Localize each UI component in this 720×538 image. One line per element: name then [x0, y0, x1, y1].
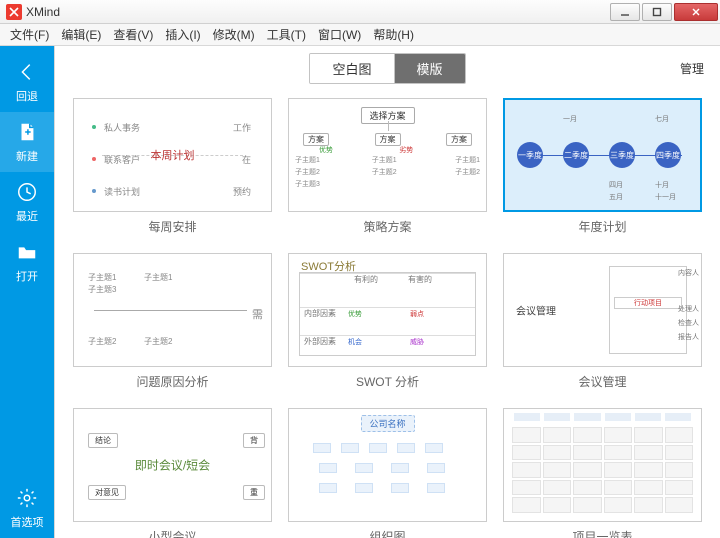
template-card-yearly[interactable]: 一季度 二季度 三季度 四季度 一月 七月 四月 十月 五月 十一月 年度计划	[503, 98, 702, 235]
template-thumb: 需 子主题1 子主题1 子主题2 子主题2 子主题3	[73, 253, 272, 367]
sidebar-item-label: 回退	[16, 88, 38, 104]
menu-view[interactable]: 查看(V)	[107, 24, 159, 45]
template-thumb: SWOT分析 有利的有害的 内部因素 外部因素 优势 弱点 机会 威胁	[288, 253, 487, 367]
template-card-fishbone[interactable]: 需 子主题1 子主题1 子主题2 子主题2 子主题3 问题原因分析	[73, 253, 272, 390]
template-card-small-meeting[interactable]: 即时会议/短会 结论 对意见 背 重 小型会议	[73, 408, 272, 538]
window-maximize-button[interactable]	[642, 3, 672, 21]
template-card-weekly[interactable]: 本周计划 私人事务 联系客户 读书计划 工作 在 预约 每周安排	[73, 98, 272, 235]
window-minimize-button[interactable]	[610, 3, 640, 21]
menu-tools[interactable]: 工具(T)	[261, 24, 312, 45]
template-card-org[interactable]: 公司名称 组织图	[288, 408, 487, 538]
app-icon	[6, 4, 22, 20]
sidebar-item-label: 新建	[16, 148, 38, 164]
thumb-root-label: 选择方案	[360, 107, 414, 124]
menu-help[interactable]: 帮助(H)	[367, 24, 420, 45]
thumb-root-label: 会议管理	[516, 303, 556, 318]
template-card-strategy[interactable]: 选择方案 方案 方案 方案 子主题1 子主题2 子主题3 子主题1 子主题2 子…	[288, 98, 487, 235]
window-close-button[interactable]	[674, 3, 718, 21]
menu-modify[interactable]: 修改(M)	[207, 24, 261, 45]
recent-icon	[15, 180, 39, 204]
sidebar-item-label: 打开	[16, 268, 38, 284]
sidebar-item-open[interactable]: 打开	[0, 232, 54, 292]
template-thumb: 会议管理 行动项目 内容人 处理人 检查人 报告人	[503, 253, 702, 367]
sidebar-item-prefs[interactable]: 首选项	[0, 478, 54, 538]
sidebar-item-recent[interactable]: 最近	[0, 172, 54, 232]
template-title: 年度计划	[503, 218, 702, 235]
content-area: 空白图 模版 管理 本周计划 私人事务 联系客户 读书计划 工作 在 预约	[54, 46, 720, 538]
thumb-root-label: 公司名称	[360, 415, 414, 432]
sidebar-item-back[interactable]: 回退	[0, 52, 54, 112]
tab-row: 空白图 模版 管理	[55, 46, 720, 90]
template-title: 问题原因分析	[73, 373, 272, 390]
template-thumb: 即时会议/短会 结论 对意见 背 重	[73, 408, 272, 522]
template-title: SWOT 分析	[288, 373, 487, 390]
template-thumb: 公司名称	[288, 408, 487, 522]
template-title: 小型会议	[73, 528, 272, 538]
sidebar: 回退 新建 最近 打开 首选项	[0, 46, 54, 538]
menu-bar: 文件(F) 编辑(E) 查看(V) 插入(I) 修改(M) 工具(T) 窗口(W…	[0, 24, 720, 46]
window-title: XMind	[26, 5, 608, 19]
window-title-bar: XMind	[0, 0, 720, 24]
template-thumb: 一季度 二季度 三季度 四季度 一月 七月 四月 十月 五月 十一月	[503, 98, 702, 212]
template-thumb: 本周计划 私人事务 联系客户 读书计划 工作 在 预约	[73, 98, 272, 212]
open-icon	[15, 240, 39, 264]
sidebar-item-label: 最近	[16, 208, 38, 224]
segmented-control: 空白图 模版	[309, 53, 465, 84]
template-card-overview[interactable]: 项目一览表	[503, 408, 702, 538]
menu-insert[interactable]: 插入(I)	[159, 24, 206, 45]
template-thumb: 选择方案 方案 方案 方案 子主题1 子主题2 子主题3 子主题1 子主题2 子…	[288, 98, 487, 212]
template-title: 策略方案	[288, 218, 487, 235]
template-card-meeting[interactable]: 会议管理 行动项目 内容人 处理人 检查人 报告人 会议管理	[503, 253, 702, 390]
new-icon	[15, 120, 39, 144]
template-title: 组织图	[288, 528, 487, 538]
menu-edit[interactable]: 编辑(E)	[55, 24, 107, 45]
sidebar-item-new[interactable]: 新建	[0, 112, 54, 172]
template-thumb	[503, 408, 702, 522]
menu-file[interactable]: 文件(F)	[4, 24, 55, 45]
template-title: 项目一览表	[503, 528, 702, 538]
back-icon	[15, 60, 39, 84]
template-title: 每周安排	[73, 218, 272, 235]
prefs-icon	[15, 486, 39, 510]
template-title: 会议管理	[503, 373, 702, 390]
tab-blank[interactable]: 空白图	[310, 54, 393, 83]
thumb-center-label: 即时会议/短会	[135, 457, 210, 474]
thumb-center-label: 本周计划	[151, 147, 195, 163]
template-card-swot[interactable]: SWOT分析 有利的有害的 内部因素 外部因素 优势 弱点 机会 威胁 SWOT…	[288, 253, 487, 390]
template-grid: 本周计划 私人事务 联系客户 读书计划 工作 在 预约 每周安排	[73, 98, 702, 538]
sidebar-item-label: 首选项	[11, 514, 44, 530]
tab-template[interactable]: 模版	[394, 54, 465, 83]
manage-link[interactable]: 管理	[680, 60, 704, 77]
menu-window[interactable]: 窗口(W)	[312, 24, 367, 45]
